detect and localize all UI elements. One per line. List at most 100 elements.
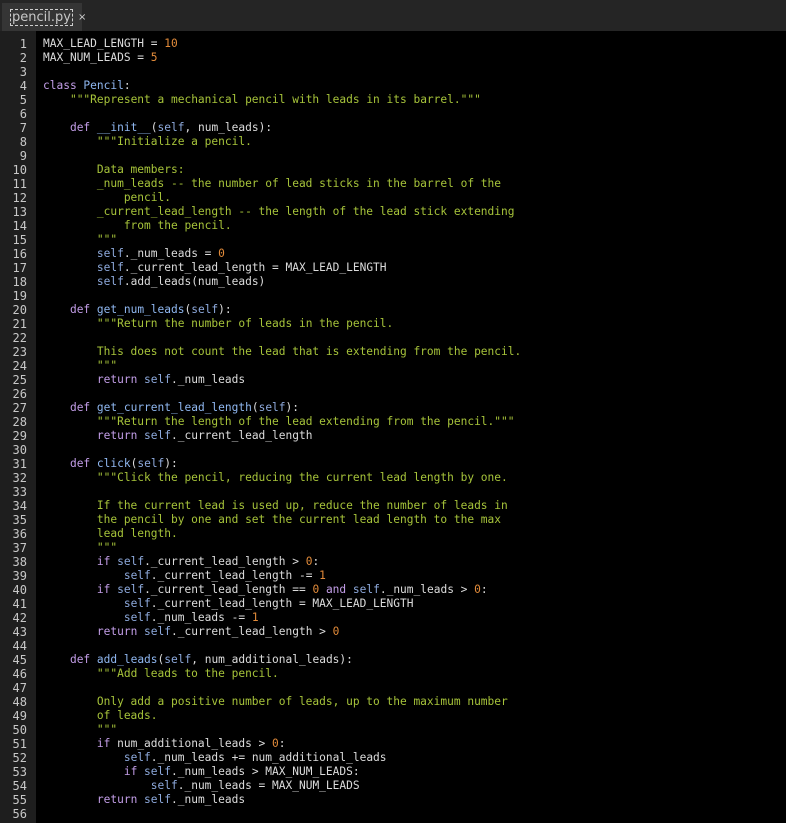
code-line[interactable]: return self._num_leads [43,373,786,387]
tab-pencil-py[interactable]: pencil.py × [2,3,86,31]
code-line[interactable]: if self._num_leads > MAX_NUM_LEADS: [43,765,786,779]
code-line[interactable]: self._current_lead_length -= 1 [43,569,786,583]
code-line[interactable]: self._current_lead_length = MAX_LEAD_LEN… [43,261,786,275]
code-line[interactable]: return self._num_leads [43,793,786,807]
identifier-token [43,555,97,568]
identifier-token [43,765,124,778]
line-number: 40 [12,583,27,597]
code-line[interactable]: class Pencil: [43,79,786,93]
code-editor[interactable]: 1 2 3 4 5 6 7 8 9 10 11 12 13 14 15 16 17 18 19 20 21 22 23 24 2… [0,31,786,823]
string-token: """Add leads to the pencil. [96,667,279,680]
code-line[interactable]: MAX_NUM_LEADS = 5 [43,51,786,65]
code-line[interactable] [43,65,786,79]
function-name-token: get_num_leads [96,303,185,316]
code-line[interactable]: _num_leads -- the number of lead sticks … [43,177,786,191]
code-line[interactable]: from the pencil. [43,219,786,233]
code-line[interactable] [43,289,786,303]
code-line[interactable]: of leads. [43,709,786,723]
code-line[interactable]: return self._current_lead_length > 0 [43,625,786,639]
code-line[interactable] [43,807,786,821]
code-line[interactable]: """ [43,723,786,737]
self-token: self [96,275,124,288]
line-number: 25 [12,373,27,387]
code-line[interactable]: self.add_leads(num_leads) [43,275,786,289]
code-line[interactable]: This does not count the lead that is ext… [43,345,786,359]
code-line[interactable]: def add_leads(self, num_additional_leads… [43,653,786,667]
code-line[interactable]: Data members: [43,163,786,177]
line-number-gutter: 1 2 3 4 5 6 7 8 9 10 11 12 13 14 15 16 17 18 19 20 21 22 23 24 2… [0,31,36,823]
tab-filename[interactable]: pencil.py [10,8,73,26]
code-line[interactable]: _current_lead_length -- the length of th… [43,205,786,219]
code-line[interactable]: """Represent a mechanical pencil with le… [43,93,786,107]
code-line[interactable]: def get_current_lead_length(self): [43,401,786,415]
code-line[interactable]: self._num_leads = MAX_NUM_LEADS [43,779,786,793]
identifier-token: MAX_NUM_LEADS = [43,51,151,64]
code-line[interactable]: """ [43,541,786,555]
code-line[interactable]: if self._current_lead_length > 0: [43,555,786,569]
code-line[interactable]: self._num_leads -= 1 [43,611,786,625]
identifier-token: : [278,737,286,750]
identifier-token: ._current_lead_length = MAX_LEAD_LENGTH [123,261,387,274]
code-line[interactable]: """ [43,233,786,247]
line-number: 53 [12,765,27,779]
code-line[interactable]: """Click the pencil, reducing the curren… [43,471,786,485]
identifier-token: ._num_leads [171,793,246,806]
self-token: self [258,401,286,414]
identifier-token: ._current_lead_length = MAX_LEAD_LENGTH [150,597,414,610]
identifier-token [43,373,97,386]
string-token: """ [43,233,118,246]
code-line[interactable]: Only add a positive number of leads, up … [43,695,786,709]
code-line[interactable]: lead length. [43,527,786,541]
code-line[interactable] [43,149,786,163]
code-line[interactable] [43,485,786,499]
identifier-token: ._current_lead_length == [144,583,313,596]
identifier-token [43,583,97,596]
code-line[interactable]: """Return the number of leads in the pen… [43,317,786,331]
code-line[interactable]: self._num_leads = 0 [43,247,786,261]
keyword-token: def [69,121,97,134]
identifier-token [43,611,124,624]
self-token: self [123,611,151,624]
code-line[interactable]: pencil. [43,191,786,205]
code-line[interactable] [43,331,786,345]
code-line[interactable] [43,681,786,695]
code-line[interactable]: """Return the length of the lead extendi… [43,415,786,429]
self-token: self [144,373,171,386]
self-token: self [123,751,151,764]
function-name-token: click [96,457,131,470]
line-number: 38 [12,555,27,569]
code-line[interactable] [43,107,786,121]
self-token: self [96,261,124,274]
code-line[interactable]: """Add leads to the pencil. [43,667,786,681]
code-line[interactable]: def click(self): [43,457,786,471]
identifier-token [43,751,124,764]
keyword-token: def [69,303,97,316]
code-line[interactable]: the pencil by one and set the current le… [43,513,786,527]
code-line[interactable] [43,639,786,653]
code-line[interactable]: self._current_lead_length = MAX_LEAD_LEN… [43,597,786,611]
number-token: 1 [251,611,259,624]
line-number: 19 [12,289,27,303]
code-line[interactable] [43,443,786,457]
code-line[interactable]: def __init__(self, num_leads): [43,121,786,135]
line-number: 48 [12,695,27,709]
identifier-token [43,303,70,316]
code-line[interactable] [43,387,786,401]
code-line[interactable]: return self._current_lead_length [43,429,786,443]
code-line[interactable]: def get_num_leads(self): [43,303,786,317]
line-number: 21 [12,317,27,331]
code-line[interactable]: if num_additional_leads > 0: [43,737,786,751]
code-line[interactable]: """ [43,359,786,373]
keyword-token: return [96,625,145,638]
line-number: 56 [12,807,27,821]
identifier-token: ._num_leads > MAX_NUM_LEADS: [171,765,360,778]
close-icon[interactable]: × [78,12,86,23]
code-area[interactable]: MAX_LEAD_LENGTH = 10 MAX_NUM_LEADS = 5 cla… [36,31,786,823]
code-line[interactable]: self._num_leads += num_additional_leads [43,751,786,765]
code-line[interactable]: If the current lead is used up, reduce t… [43,499,786,513]
self-token: self [96,247,124,260]
string-token: """Initialize a pencil. [96,135,252,148]
code-line[interactable]: if self._current_lead_length == 0 and se… [43,583,786,597]
code-line[interactable]: MAX_LEAD_LENGTH = 10 [43,37,786,51]
code-line[interactable]: """Initialize a pencil. [43,135,786,149]
